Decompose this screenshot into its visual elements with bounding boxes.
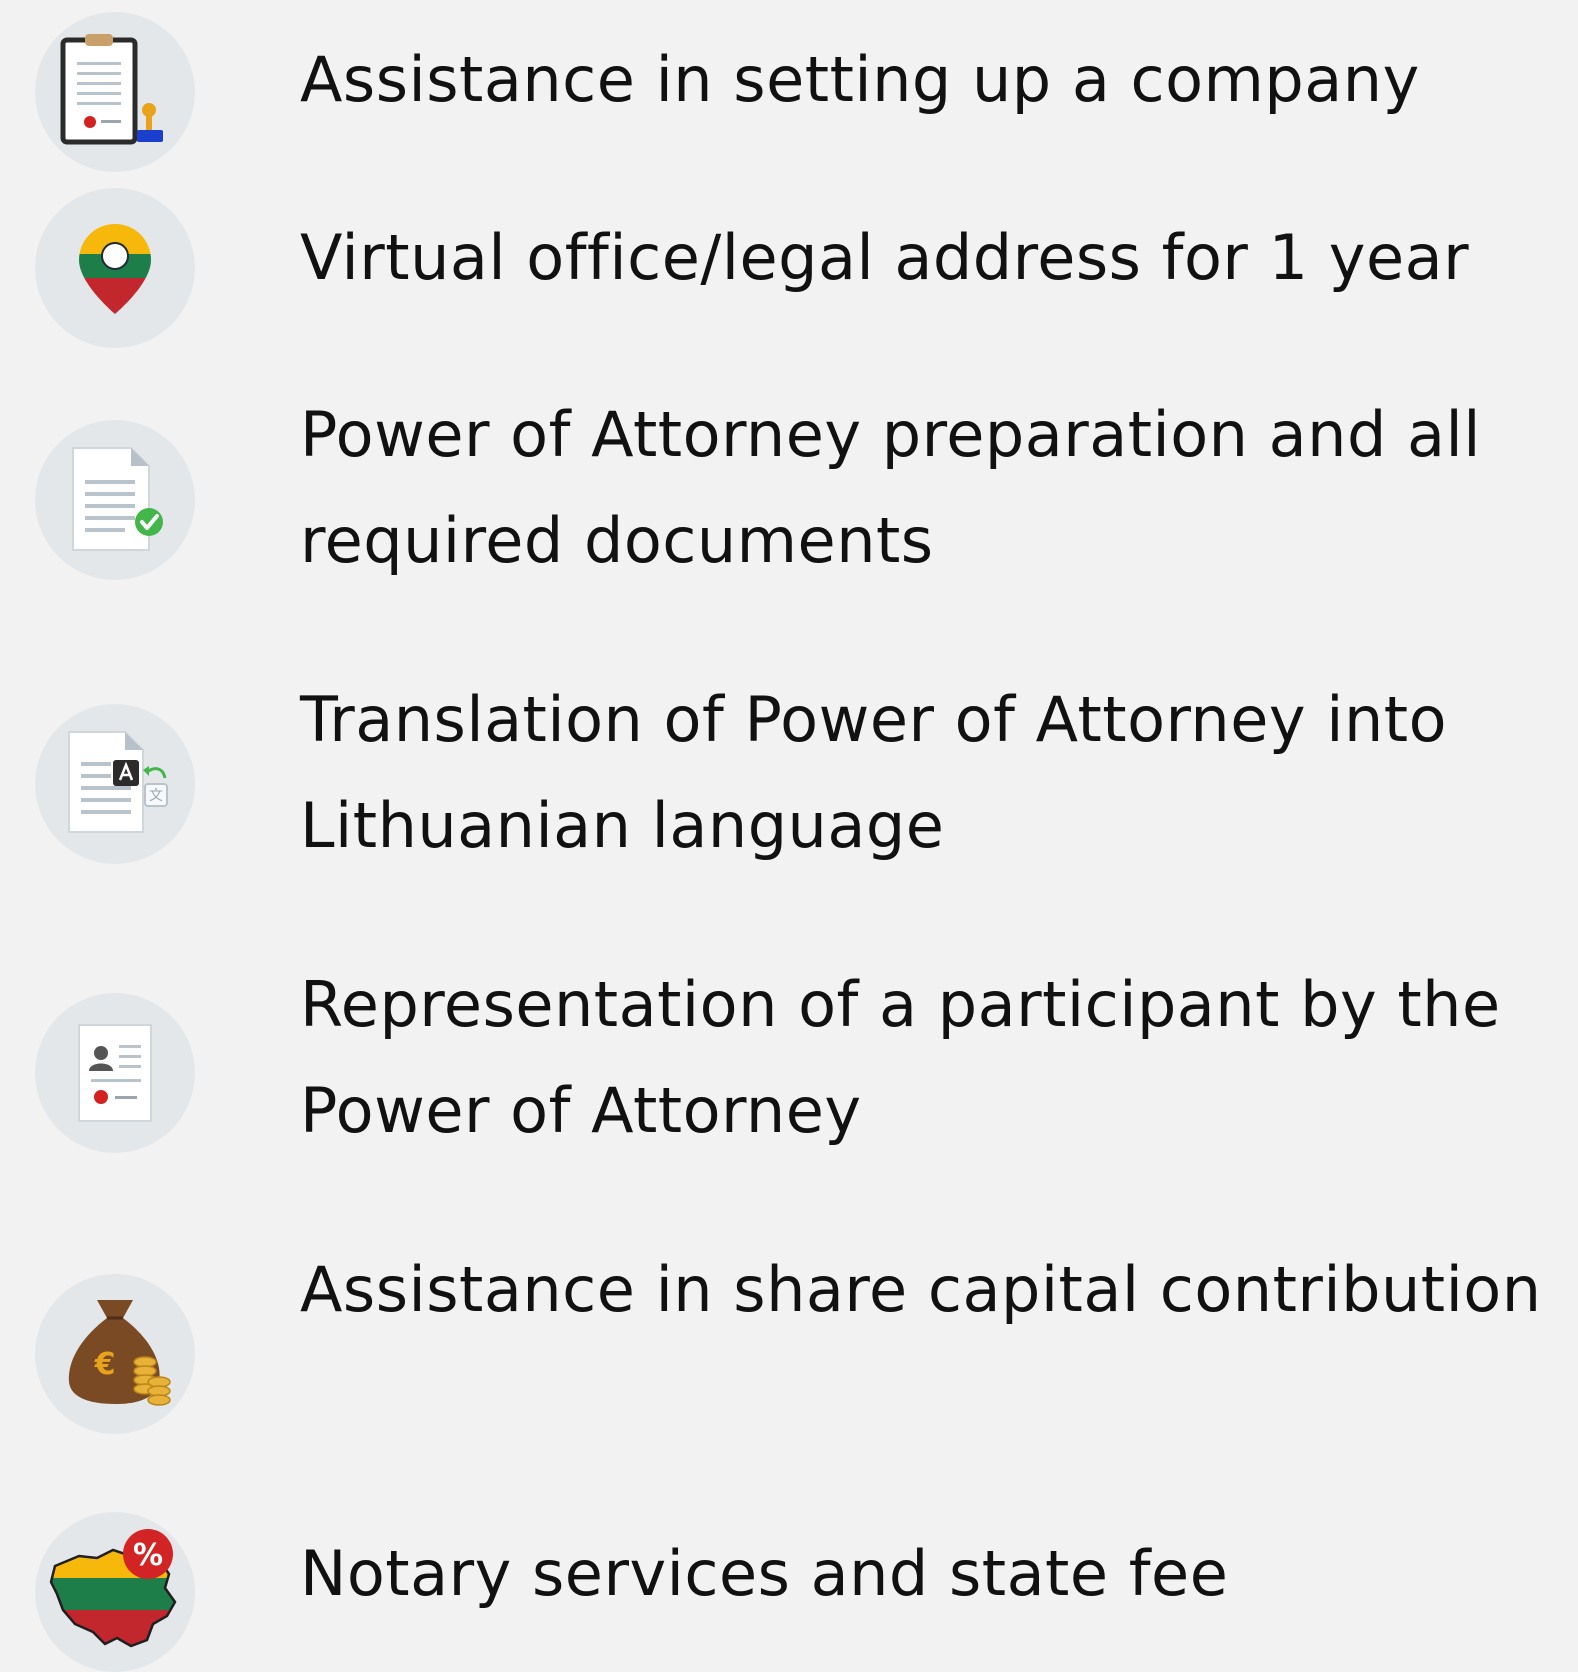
- svg-text:%: %: [133, 1538, 163, 1573]
- service-label: Notary services and state fee: [300, 1537, 1229, 1610]
- service-label: Virtual office/legal address for 1 year: [300, 221, 1470, 294]
- service-label: Representation of a participant by the P…: [300, 968, 1501, 1147]
- service-label: Translation of Power of Attorney into Li…: [300, 683, 1448, 862]
- document-person-icon: [35, 993, 195, 1153]
- clipboard-stamp-icon: [35, 12, 195, 172]
- document-check-icon: [35, 420, 195, 580]
- service-label: Power of Attorney preparation and all re…: [300, 398, 1481, 577]
- svg-text:文: 文: [149, 788, 163, 804]
- service-label: Assistance in setting up a company: [300, 43, 1420, 116]
- document-translate-icon: 文: [35, 704, 195, 864]
- lithuania-map-percent-icon: %: [35, 1512, 195, 1672]
- svg-text:€: €: [94, 1347, 116, 1382]
- service-label: Assistance in share capital contribution: [300, 1253, 1542, 1326]
- map-pin-icon: [35, 188, 195, 348]
- money-bag-icon: €: [35, 1274, 195, 1434]
